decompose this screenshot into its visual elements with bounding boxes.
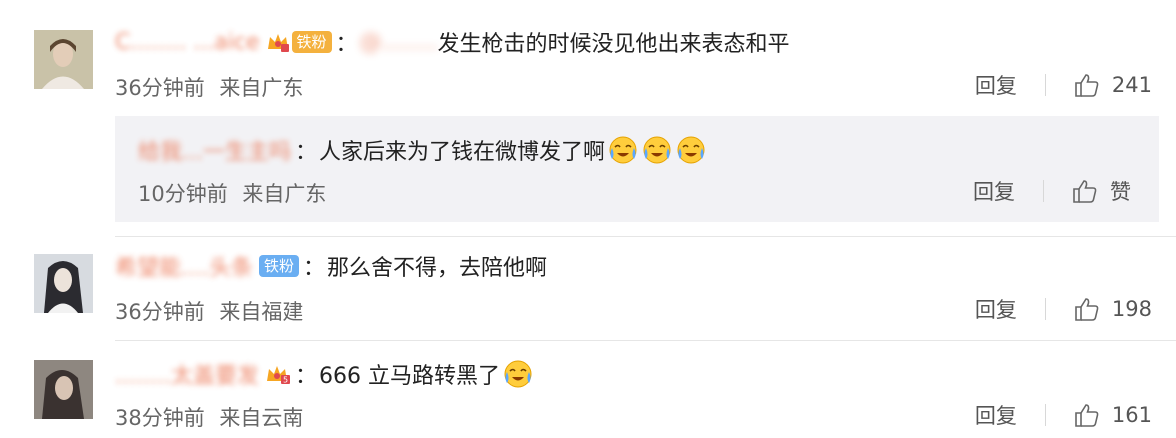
username[interactable]: ........太盖要发 — [115, 358, 259, 390]
comment-actions: 回复 161 — [975, 400, 1152, 430]
divider — [1044, 404, 1046, 426]
divider — [1044, 298, 1046, 320]
fan-badge: 铁粉 — [291, 31, 332, 53]
sub-reply-username[interactable]: 给我...一生主吗 — [138, 134, 291, 166]
thumbs-up-icon — [1075, 404, 1099, 427]
reply-button[interactable]: 回复 — [973, 176, 1015, 206]
divider — [115, 236, 1176, 237]
comment-actions: 回复 241 — [975, 70, 1152, 100]
vip-crown-icon: 5 — [265, 363, 291, 385]
avatar-image — [34, 254, 93, 313]
like-button[interactable]: 161 — [1074, 402, 1152, 428]
like-label: 赞 — [1110, 180, 1131, 204]
comment-text: 666 立马路转黑了 — [318, 364, 500, 389]
cry-laugh-emoji-icon — [643, 136, 671, 164]
like-count: 161 — [1111, 403, 1152, 427]
avatar[interactable] — [34, 30, 93, 89]
like-count: 241 — [1111, 73, 1152, 97]
like-count: 198 — [1111, 297, 1152, 321]
comment-time: 36分钟前 — [115, 300, 205, 324]
colon: ： — [303, 256, 326, 281]
avatar[interactable] — [34, 360, 93, 419]
thumbs-up-icon — [1075, 74, 1099, 97]
vip-crown-icon — [266, 31, 290, 53]
reply-button[interactable]: 回复 — [975, 70, 1017, 100]
avatar[interactable] — [34, 254, 93, 313]
mention-link[interactable]: @........ — [360, 30, 438, 55]
colon: ： — [335, 32, 358, 57]
colon: ： — [294, 364, 317, 389]
cry-laugh-emoji-icon — [504, 360, 532, 388]
comment-location: 来自福建 — [219, 300, 304, 324]
colon: ： — [294, 140, 317, 165]
like-button[interactable]: 赞 — [1072, 176, 1131, 206]
like-button[interactable]: 198 — [1074, 296, 1152, 322]
comment-meta: 36分钟前 来自广东 — [115, 72, 303, 102]
cry-laugh-emoji-icon — [609, 136, 637, 164]
thumbs-up-icon — [1075, 298, 1099, 321]
reply-button[interactable]: 回复 — [975, 400, 1017, 430]
divider — [1043, 180, 1044, 202]
sub-reply-box: 给我...一生主吗 ： 人家后来为了钱在微博发了啊 10分钟前 来自广东 回复 … — [115, 116, 1159, 222]
comment-text: 发生枪击的时候没见他出来表态和平 — [437, 32, 790, 57]
comment-time: 36分钟前 — [115, 76, 205, 100]
like-button[interactable]: 241 — [1074, 72, 1152, 98]
sub-reply-location: 来自广东 — [242, 182, 327, 206]
sub-reply-time: 10分钟前 — [138, 182, 228, 206]
comment-meta: 38分钟前 来自云南 — [115, 402, 303, 432]
avatar-image — [34, 360, 93, 419]
comment-location: 来自广东 — [219, 76, 304, 100]
cry-laugh-emoji-icon — [677, 136, 705, 164]
fan-badge: 铁粉 — [258, 255, 299, 277]
reply-button[interactable]: 回复 — [975, 294, 1017, 324]
divider — [115, 340, 1176, 341]
comment-time: 38分钟前 — [115, 406, 205, 430]
comment-actions: 回复 198 — [975, 294, 1152, 324]
comment-location: 来自云南 — [219, 406, 304, 430]
sub-reply-text: 人家后来为了钱在微博发了啊 — [319, 140, 606, 165]
sub-reply-actions: 回复 赞 — [973, 176, 1131, 206]
comment-meta: 36分钟前 来自福建 — [115, 296, 303, 326]
svg-text:5: 5 — [283, 376, 288, 385]
avatar-image — [34, 30, 93, 89]
username[interactable]: 希望能....头条 — [115, 250, 253, 282]
sub-reply-meta: 10分钟前 来自广东 — [138, 178, 326, 208]
comment-text: 那么舍不得，去陪他啊 — [327, 256, 548, 281]
thumbs-up-icon — [1073, 180, 1097, 203]
divider — [1044, 74, 1046, 96]
username[interactable]: C........ ...aice — [115, 30, 260, 55]
